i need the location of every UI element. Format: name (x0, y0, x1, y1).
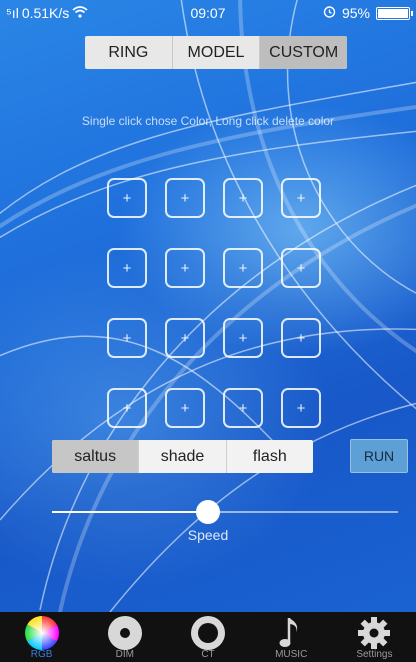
speed-label: Speed (187, 527, 229, 543)
color-slot[interactable]: + (165, 318, 205, 358)
color-slot[interactable]: + (281, 248, 321, 288)
color-slot[interactable]: + (165, 248, 205, 288)
tab-custom[interactable]: CUSTOM (260, 36, 347, 69)
ct-ring-icon (189, 614, 227, 652)
nav-label-rgb: RGB (30, 649, 53, 660)
mode-saltus[interactable]: saltus (52, 440, 140, 473)
top-tab-bar: RING MODEL CUSTOM (85, 36, 347, 69)
nav-label-settings: Settings (356, 649, 393, 660)
nav-label-dim: DIM (115, 649, 134, 660)
color-slot[interactable]: + (281, 178, 321, 218)
mode-shade[interactable]: shade (139, 440, 227, 473)
tab-ring[interactable]: RING (85, 36, 173, 69)
color-slot[interactable]: + (223, 248, 263, 288)
color-wheel-icon (23, 614, 61, 652)
color-slot[interactable]: + (107, 248, 147, 288)
nav-rgb[interactable]: RGB (0, 612, 83, 662)
alarm-icon (323, 5, 336, 21)
mode-selector: saltus shade flash (52, 440, 313, 473)
nav-dim[interactable]: DIM (83, 612, 166, 662)
color-slot[interactable]: + (281, 318, 321, 358)
color-slot-grid: + + + + + + + + + + + + + + + + (107, 178, 327, 428)
color-slot[interactable]: + (223, 318, 263, 358)
battery-percent: 95% (341, 5, 370, 21)
color-slot[interactable]: + (107, 178, 147, 218)
color-slot[interactable]: + (165, 178, 205, 218)
tab-model[interactable]: MODEL (173, 36, 261, 69)
speed-slider-fill (52, 511, 208, 513)
gear-icon (355, 614, 393, 652)
bottom-nav: RGB DIM CT MUSIC Settings (0, 612, 416, 662)
nav-label-ct: CT (201, 649, 215, 660)
status-bar: ⁵ıl 0.51K/s 09:07 95% (0, 0, 416, 26)
color-slot[interactable]: + (107, 318, 147, 358)
nav-settings[interactable]: Settings (333, 612, 416, 662)
nav-ct[interactable]: CT (166, 612, 249, 662)
color-slot[interactable]: + (223, 178, 263, 218)
music-note-icon (272, 614, 310, 652)
nav-music[interactable]: MUSIC (250, 612, 333, 662)
instruction-text: Single click chose Color, Long click del… (81, 114, 335, 128)
color-slot[interactable]: + (223, 388, 263, 428)
nav-label-music: MUSIC (275, 649, 308, 660)
color-slot[interactable]: + (165, 388, 205, 428)
dim-disc-icon (106, 614, 144, 652)
speed-slider-thumb[interactable] (195, 500, 220, 524)
run-button[interactable]: RUN (350, 439, 408, 473)
battery-icon (376, 6, 413, 20)
mode-flash[interactable]: flash (227, 440, 313, 473)
color-slot[interactable]: + (107, 388, 147, 428)
color-slot[interactable]: + (281, 388, 321, 428)
